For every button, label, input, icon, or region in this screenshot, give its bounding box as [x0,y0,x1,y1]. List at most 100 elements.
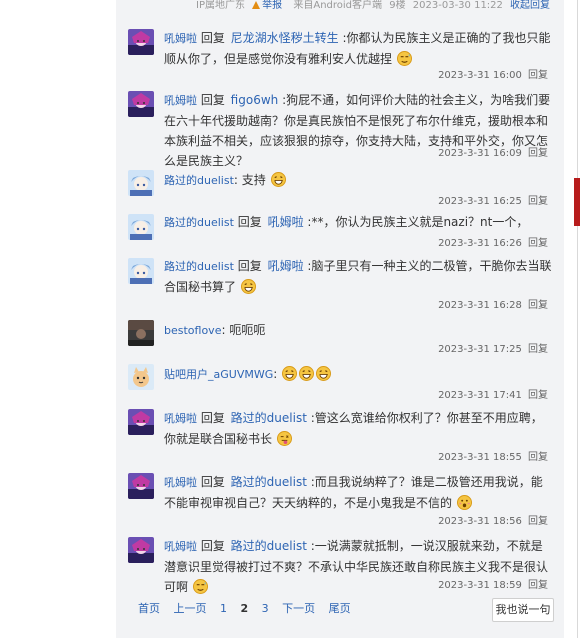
emoji-grin-icon [240,279,256,294]
reply-text: :**，你认为民族主义就是nazi？nt一个， [307,215,529,229]
avatar[interactable] [128,170,154,196]
avatar[interactable] [128,364,154,390]
reply-meta: 2023-3-31 17:25 回复 [438,340,548,355]
reply-content: 吼姆啦 回复 路过的duelist :管这么宽谁给你权利了？你甚至不用应聘，你就… [164,408,554,449]
emoji-grin-icon [316,366,332,381]
reply-time: 2023-3-31 16:00 [438,70,522,81]
emoji-sweat-icon [396,51,412,66]
reply-target-username[interactable]: 吼姆啦 [268,215,304,229]
reply-target-username[interactable]: 路过的duelist [231,475,307,489]
reply-button[interactable]: 回复 [528,580,548,591]
reply-time: 2023-3-31 17:25 [438,344,522,355]
floor-number: 9楼 [389,0,406,11]
reply-username[interactable]: 路过的duelist [164,260,234,273]
reply-button[interactable]: 回复 [528,300,548,311]
ip-location: IP属地广东 [196,0,245,11]
reply-target-username[interactable]: figo6wh [231,93,279,107]
client-source: 来自Android客户端 [293,0,383,11]
reply-text: : 支持 [233,173,266,187]
emoji-sweat-icon [192,579,208,594]
reply-button[interactable]: 回复 [528,452,548,463]
reply-item: bestoflove: 呃呃呃 2023-3-31 17:25 回复 [128,318,554,355]
reply-word: 回复 [237,259,262,273]
emoji-grin-icon [270,172,286,187]
avatar[interactable] [128,320,154,346]
post-meta-bar: IP属地广东 举报 来自Android客户端 9楼 2023-03-30 11:… [196,0,558,13]
reply-time: 2023-3-31 16:28 [438,300,522,311]
collapse-replies-link[interactable]: 收起回复 [510,0,550,11]
reply-username[interactable]: 吼姆啦 [164,540,197,553]
add-reply-button[interactable]: 我也说一句 [492,598,554,622]
page-3-link[interactable]: 3 [262,602,269,615]
reply-button[interactable]: 回复 [528,148,548,159]
reply-username[interactable]: 路过的duelist [164,174,234,187]
page-current: 2 [240,602,249,615]
avatar[interactable] [128,473,154,499]
reply-word: 回复 [237,215,262,229]
reply-username[interactable]: 吼姆啦 [164,412,197,425]
reply-button[interactable]: 回复 [528,344,548,355]
avatar[interactable] [128,258,154,284]
reply-content: 路过的duelist: 支持 [164,170,554,191]
emoji-surprised-icon [456,495,472,510]
page-last-link[interactable]: 尾页 [329,602,351,615]
report-link[interactable]: 举报 [252,0,286,11]
reply-time: 2023-3-31 16:09 [438,148,522,159]
reply-target-username[interactable]: 路过的duelist [231,539,307,553]
reply-word: 回复 [200,539,225,553]
report-icon [252,1,261,9]
side-marker [574,178,580,226]
pagination: 首页 上一页 1 2 3 下一页 尾页 [138,600,361,616]
post-time: 2023-03-30 11:22 [412,0,503,11]
reply-meta: 2023-3-31 16:00 回复 [438,66,548,81]
reply-username[interactable]: 贴吧用户_aGUVMWG [164,368,273,381]
avatar[interactable] [128,29,154,55]
avatar[interactable] [128,91,154,117]
reply-content: 吼姆啦 回复 路过的duelist :而且我说纳粹了？谁是二极管还用我说，能不能… [164,472,554,513]
reply-username[interactable]: 路过的duelist [164,216,234,229]
reply-content: 路过的duelist 回复 吼姆啦 :脑子里只有一种主义的二极管，干脆你去当联合… [164,256,554,297]
reply-meta: 2023-3-31 16:25 回复 [438,192,548,207]
reply-username[interactable]: 吼姆啦 [164,94,197,107]
reply-target-username[interactable]: 吼姆啦 [268,259,304,273]
reply-button[interactable]: 回复 [528,196,548,207]
reply-item: 吼姆啦 回复 路过的duelist :一说满蒙就抵制，一说汉服就来劲，不就是潜意… [128,536,554,594]
reply-text: : 呃呃呃 [221,323,266,337]
page-next-link[interactable]: 下一页 [282,602,315,615]
reply-target-username[interactable]: 尼龙湖水怪秽土转生 [231,31,339,45]
page-1-link[interactable]: 1 [220,602,227,615]
reply-meta: 2023-3-31 16:26 回复 [438,234,548,249]
reply-button[interactable]: 回复 [528,390,548,401]
reply-button[interactable]: 回复 [528,238,548,249]
reply-time: 2023-3-31 18:56 [438,516,522,527]
page-first-link[interactable]: 首页 [138,602,160,615]
reply-meta: 2023-3-31 18:55 回复 [438,448,548,463]
reply-time: 2023-3-31 17:41 [438,390,522,401]
reply-item: 吼姆啦 回复 figo6wh :狗屁不通，如何评价大陆的社会主义，为啥我们要在六… [128,90,554,168]
reply-target-username[interactable]: 路过的duelist [231,411,307,425]
avatar[interactable] [128,214,154,240]
reply-button[interactable]: 回复 [528,516,548,527]
reply-text: : [273,367,278,381]
reply-username[interactable]: 吼姆啦 [164,32,197,45]
reply-item: 贴吧用户_aGUVMWG: 2023-3-31 17:41 回复 [128,362,554,401]
reply-meta: 2023-3-31 16:28 回复 [438,296,548,311]
reply-item: 路过的duelist: 支持 2023-3-31 16:25 回复 [128,168,554,207]
divider [577,0,578,638]
reply-time: 2023-3-31 16:25 [438,196,522,207]
emoji-grin-icon [282,366,298,381]
emoji-grin-icon [299,366,315,381]
page-prev-link[interactable]: 上一页 [174,602,207,615]
reply-word: 回复 [200,475,225,489]
avatar[interactable] [128,409,154,435]
reply-button[interactable]: 回复 [528,70,548,81]
reply-username[interactable]: 吼姆啦 [164,476,197,489]
reply-meta: 2023-3-31 17:41 回复 [438,386,548,401]
reply-word: 回复 [200,31,225,45]
reply-item: 路过的duelist 回复 吼姆啦 :**，你认为民族主义就是nazi？nt一个… [128,212,554,249]
reply-word: 回复 [200,93,225,107]
reply-meta: 2023-3-31 18:59 回复 [438,576,548,591]
reply-username[interactable]: bestoflove [164,324,221,337]
avatar[interactable] [128,537,154,563]
reply-content: bestoflove: 呃呃呃 [164,320,554,341]
